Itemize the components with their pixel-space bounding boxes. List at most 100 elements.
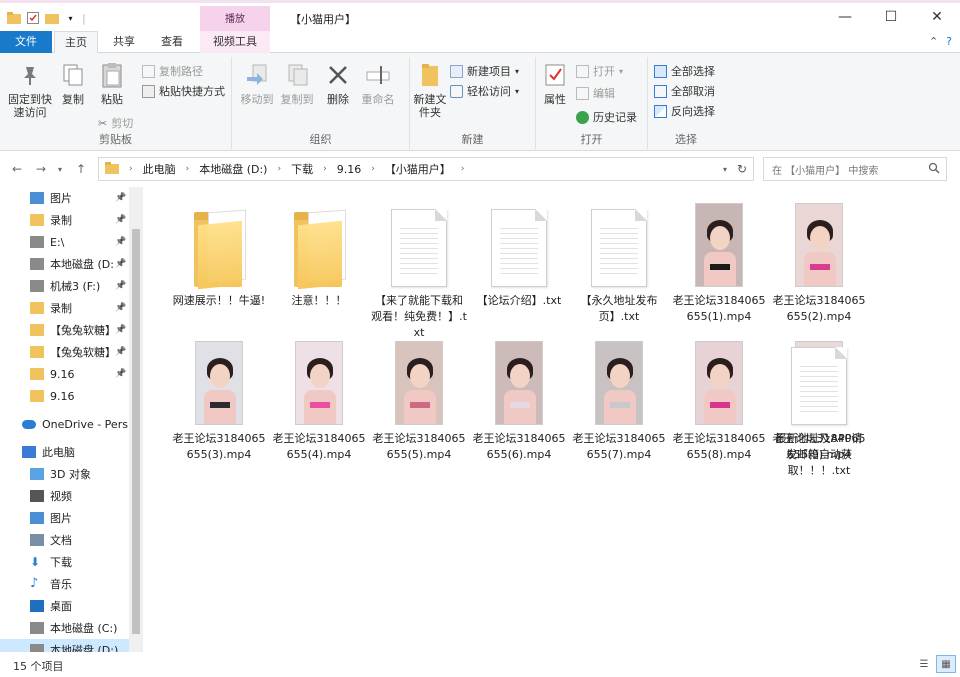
close-button[interactable]: ✕ [914,3,960,31]
properties-button[interactable]: 属性 [540,61,570,106]
address-history-chevron-icon[interactable]: ▾ [723,165,727,174]
sidebar-item[interactable]: 视频 [0,485,130,507]
sidebar-item[interactable]: 【兔兔软糖】 📌 [0,319,130,341]
text-file-item[interactable]: 【来了就能下载和观看！纯免费！】.txt [371,195,467,341]
file-thumbnail [771,195,867,287]
sidebar-item[interactable]: 图片 [0,507,130,529]
chevron-down-icon: ▾ [515,86,520,96]
folder-item[interactable]: 注意！！！ [271,195,367,309]
video-file-item[interactable]: 老王论坛3184065655(3).mp4 [171,333,267,463]
file-thumbnail [171,195,267,290]
sidebar-item[interactable]: 【兔兔软糖】 📌 [0,341,130,363]
chevron-right-icon[interactable]: › [277,164,281,174]
chevron-right-icon[interactable]: › [323,164,327,174]
video-file-item[interactable]: 老王论坛3184065655(4).mp4 [271,333,367,463]
sidebar-item[interactable]: 本地磁盘 (D: 📌 [0,253,130,275]
video-file-item[interactable]: 老王论坛3184065655(5).mp4 [371,333,467,463]
forward-arrow-icon[interactable]: → [36,162,46,176]
text-file-item[interactable]: 【论坛介绍】.txt [471,195,567,309]
new-folder-quick-icon[interactable] [44,11,59,25]
sidebar-item[interactable]: 录制 📌 [0,297,130,319]
new-item-button[interactable]: 新建项目 ▾ [450,63,519,79]
edit-button[interactable]: 编辑 [576,85,615,101]
new-folder-button[interactable]: 新建文件夹 [412,61,448,119]
paste-button[interactable]: 粘贴 [96,61,128,106]
sidebar-item[interactable]: 录制 📌 [0,209,130,231]
refresh-icon[interactable]: ↻ [737,162,747,176]
folder-item[interactable]: 网速展示！！牛逼! [171,195,267,309]
sidebar-item[interactable]: E:\ 📌 [0,231,130,253]
sidebar-item[interactable]: 9.16 📌 [0,363,130,385]
copy-button[interactable]: 复制 [58,61,88,106]
breadcrumb-current[interactable]: 【小猫用户】 [385,161,451,177]
tab-share[interactable]: 共享 [104,31,144,53]
sidebar-item[interactable]: OneDrive - Pers [0,413,130,435]
details-view-icon[interactable]: ☰ [914,655,934,673]
video-thumbnail [295,341,343,425]
breadcrumb-drive-d[interactable]: 本地磁盘 (D:) [199,161,267,177]
sidebar-item[interactable]: 3D 对象 [0,463,130,485]
video-file-item[interactable]: 老王论坛3184065655(8).mp4 [671,333,767,463]
chevron-down-icon[interactable]: ▾ [63,11,78,25]
rename-button[interactable]: 重命名 [358,61,398,106]
breadcrumb-downloads[interactable]: 下载 [291,161,313,177]
cut-button[interactable]: ✂ 剪切 [98,115,133,131]
explorer-icon [6,11,21,25]
recent-locations-chevron-icon[interactable]: ▾ [58,165,62,174]
breadcrumb-9-16[interactable]: 9.16 [337,163,362,176]
sidebar-item[interactable]: 图片 📌 [0,187,130,209]
tab-video-tools[interactable]: 视频工具 [200,31,270,53]
chevron-right-icon[interactable]: › [186,164,190,174]
file-name: 【永久地址发布页】.txt [580,294,658,323]
minimize-button[interactable]: — [822,3,868,31]
maximize-button[interactable]: ☐ [868,3,914,31]
help-icon[interactable]: ? [946,35,952,48]
chevron-up-icon[interactable]: ⌃ [929,35,938,48]
chevron-right-icon[interactable]: › [461,164,465,174]
clipboard-group: 固定到快速访问 复制 粘贴 复制路径 粘贴快捷方式 ✂ 剪切 剪贴板 [0,57,232,149]
navigation-scrollbar[interactable] [129,187,143,652]
tab-file[interactable]: 文件 [0,31,52,53]
move-to-button[interactable]: 移动到 [238,61,276,106]
sidebar-item-label: 音乐 [50,578,72,591]
copy-to-button[interactable]: 复制到 [278,61,316,106]
sidebar-item[interactable]: 此电脑 [0,441,130,463]
sidebar-item[interactable]: ⬇ 下载 [0,551,130,573]
sidebar-item[interactable]: 文档 [0,529,130,551]
sidebar-item[interactable]: 桌面 [0,595,130,617]
select-none-button[interactable]: 全部取消 [654,83,715,99]
breadcrumb-this-pc[interactable]: 此电脑 [143,161,176,177]
video-file-item[interactable]: 老王论坛3184065655(1).mp4 [671,195,767,325]
history-button[interactable]: 历史记录 [576,109,637,125]
video-file-item[interactable]: 老王论坛3184065655(6).mp4 [471,333,567,463]
sidebar-item[interactable]: 9.16 [0,385,130,407]
chevron-right-icon[interactable]: › [371,164,375,174]
paste-shortcut-button[interactable]: 粘贴快捷方式 [142,83,225,99]
open-button[interactable]: 打开 ▾ [576,63,623,79]
large-icons-view-icon[interactable]: ▦ [936,655,956,673]
select-group-label: 选择 [675,133,697,146]
invert-selection-button[interactable]: 反向选择 [654,103,715,119]
search-input[interactable]: 在 【小猫用户】 中搜索 [763,157,947,181]
video-file-item[interactable]: 老王论坛3184065655(2).mp4 [771,195,867,325]
sidebar-item[interactable]: 本地磁盘 (D:) [0,639,130,652]
properties-quick-icon[interactable] [25,11,40,25]
back-arrow-icon[interactable]: ← [12,162,22,176]
text-file-item[interactable]: 最新地址及APP请发邮箱自动获取！！！.txt [771,333,867,479]
copy-path-button[interactable]: 复制路径 [142,63,203,79]
text-file-item[interactable]: 【永久地址发布页】.txt [571,195,667,325]
video-thumbnail [495,341,543,425]
easy-access-button[interactable]: 轻松访问 ▾ [450,83,519,99]
tab-home[interactable]: 主页 [54,31,98,54]
video-file-item[interactable]: 老王论坛3184065655(7).mp4 [571,333,667,463]
sidebar-item[interactable]: 机械3 (F:) 📌 [0,275,130,297]
up-arrow-icon[interactable]: ↑ [76,162,86,176]
delete-button[interactable]: 删除 [324,61,352,106]
select-all-button[interactable]: 全部选择 [654,63,715,79]
scrollbar-thumb[interactable] [132,229,140,634]
tab-view[interactable]: 查看 [152,31,192,53]
pin-quick-access-button[interactable]: 固定到快速访问 [4,61,56,119]
sidebar-item[interactable]: 本地磁盘 (C:) [0,617,130,639]
address-bar[interactable]: › 此电脑 › 本地磁盘 (D:) › 下载 › 9.16 › 【小猫用户】 ›… [98,157,754,181]
sidebar-item[interactable]: ♪ 音乐 [0,573,130,595]
